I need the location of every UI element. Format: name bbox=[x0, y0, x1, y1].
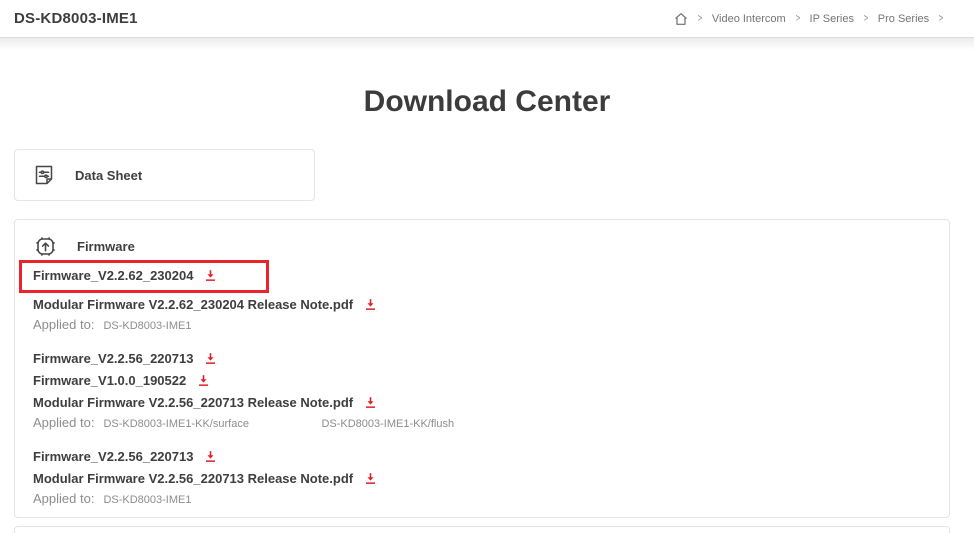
firmware-group: Firmware_V2.2.62_230204 Modular Firmware… bbox=[33, 264, 949, 337]
file-row-release-note[interactable]: Modular Firmware V2.2.62_230204 Release … bbox=[33, 293, 949, 315]
applied-to-row: Applied to: DS-KD8003-IME1-KK/surface DS… bbox=[33, 415, 949, 435]
applied-to-value: DS-KD8003-IME1 bbox=[103, 320, 321, 332]
download-icon[interactable] bbox=[364, 298, 377, 311]
file-row-firmware-v100[interactable]: Firmware_V1.0.0_190522 bbox=[33, 369, 949, 391]
download-icon[interactable] bbox=[204, 269, 217, 282]
file-name: Modular Firmware V2.2.56_220713 Release … bbox=[33, 395, 353, 410]
applied-to-label: Applied to: bbox=[33, 415, 94, 430]
applied-to-value: DS-KD8003-IME1 bbox=[103, 494, 321, 506]
breadcrumb-separator: > bbox=[795, 12, 800, 24]
download-icon[interactable] bbox=[204, 352, 217, 365]
download-icon[interactable] bbox=[364, 472, 377, 485]
breadcrumb: > Video Intercom > IP Series > Pro Serie… bbox=[674, 12, 944, 26]
file-name: Firmware_V2.2.56_220713 bbox=[33, 449, 193, 464]
page-title: Download Center bbox=[0, 84, 974, 120]
home-icon[interactable] bbox=[674, 12, 688, 26]
file-row-release-note[interactable]: Modular Firmware V2.2.56_220713 Release … bbox=[33, 391, 949, 413]
file-name: Firmware_V2.2.56_220713 bbox=[33, 351, 193, 366]
applied-to-label: Applied to: bbox=[33, 491, 94, 506]
download-icon[interactable] bbox=[204, 450, 217, 463]
applied-to-value: DS-KD8003-IME1-KK/surface bbox=[103, 418, 321, 430]
topbar-shadow bbox=[0, 37, 974, 50]
file-row-firmware-v2262[interactable]: Firmware_V2.2.62_230204 bbox=[33, 264, 949, 286]
topbar: DS-KD8003-IME1 > Video Intercom > IP Ser… bbox=[0, 0, 974, 37]
firmware-icon bbox=[33, 234, 58, 259]
breadcrumb-separator: > bbox=[698, 12, 703, 24]
data-sheet-icon bbox=[32, 163, 56, 187]
firmware-label: Firmware bbox=[77, 239, 135, 254]
data-sheet-label: Data Sheet bbox=[75, 168, 142, 183]
data-sheet-section[interactable]: Data Sheet bbox=[14, 149, 315, 201]
firmware-section-header[interactable]: Firmware bbox=[33, 234, 949, 258]
breadcrumb-item-pro-series[interactable]: Pro Series bbox=[878, 13, 929, 25]
applied-to-label: Applied to: bbox=[33, 317, 94, 332]
file-name: Firmware_V1.0.0_190522 bbox=[33, 373, 186, 388]
file-row-firmware-v2256[interactable]: Firmware_V2.2.56_220713 bbox=[33, 445, 949, 467]
breadcrumb-separator: > bbox=[864, 12, 869, 24]
firmware-section: Firmware Firmware_V2.2.62_230204 Modular… bbox=[14, 219, 950, 518]
download-icon[interactable] bbox=[197, 374, 210, 387]
applied-to-row: Applied to: DS-KD8003-IME1 bbox=[33, 491, 949, 511]
applied-to-value: DS-KD8003-IME1-KK/flush bbox=[321, 418, 539, 430]
file-row-firmware-v2256[interactable]: Firmware_V2.2.56_220713 bbox=[33, 347, 949, 369]
next-section[interactable] bbox=[14, 526, 950, 533]
product-title: DS-KD8003-IME1 bbox=[14, 10, 138, 27]
file-name: Modular Firmware V2.2.56_220713 Release … bbox=[33, 471, 353, 486]
file-name: Firmware_V2.2.62_230204 bbox=[33, 268, 193, 283]
applied-to-row: Applied to: DS-KD8003-IME1 bbox=[33, 317, 949, 337]
file-name: Modular Firmware V2.2.62_230204 Release … bbox=[33, 297, 353, 312]
firmware-group: Firmware_V2.2.56_220713 Modular Firmware… bbox=[33, 445, 949, 511]
breadcrumb-separator: > bbox=[939, 12, 944, 24]
breadcrumb-item-video-intercom[interactable]: Video Intercom bbox=[712, 13, 786, 25]
breadcrumb-item-ip-series[interactable]: IP Series bbox=[810, 13, 854, 25]
file-row-release-note[interactable]: Modular Firmware V2.2.56_220713 Release … bbox=[33, 467, 949, 489]
download-icon[interactable] bbox=[364, 396, 377, 409]
firmware-group: Firmware_V2.2.56_220713 Firmware_V1.0.0_… bbox=[33, 347, 949, 435]
